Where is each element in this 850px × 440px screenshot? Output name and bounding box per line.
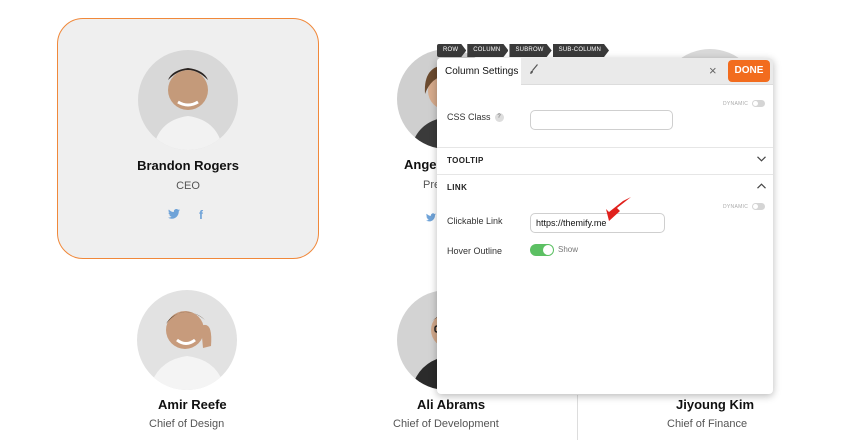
help-icon[interactable]: ? xyxy=(494,113,504,123)
member-name: Ali Abrams xyxy=(417,397,486,412)
member-name: Amir Reefe xyxy=(158,397,227,412)
divider xyxy=(437,147,773,148)
facebook-icon[interactable]: f xyxy=(199,208,203,222)
member-name: Jiyoung Kim xyxy=(676,397,755,412)
clickable-link-input[interactable] xyxy=(530,213,665,233)
avatar xyxy=(138,50,238,150)
done-button[interactable]: DONE xyxy=(728,60,770,82)
divider xyxy=(437,174,773,175)
dynamic-toggle[interactable]: DYNAMIC xyxy=(723,100,766,107)
column-divider xyxy=(577,395,578,440)
hover-outline-show-label: Show xyxy=(558,245,579,254)
breadcrumb-row[interactable]: ROW xyxy=(437,44,466,57)
css-class-input[interactable] xyxy=(530,110,673,130)
breadcrumb-subrow[interactable]: SUBROW xyxy=(509,44,551,57)
member-role: Chief of Development xyxy=(393,418,499,430)
dynamic-switch[interactable] xyxy=(752,100,766,107)
member-role: Chief of Finance xyxy=(667,418,748,430)
column-settings-panel: Column Settings × DONE DYNAMIC CSS Class… xyxy=(437,58,773,394)
twitter-icon[interactable] xyxy=(168,208,180,222)
dynamic-toggle[interactable]: DYNAMIC xyxy=(723,203,766,210)
dynamic-label: DYNAMIC xyxy=(723,203,749,210)
hover-outline-toggle[interactable] xyxy=(530,244,554,256)
css-class-label-text: CSS Class xyxy=(447,112,491,122)
close-icon[interactable]: × xyxy=(709,64,717,78)
member-role: Chief of Design xyxy=(149,418,225,430)
clickable-link-label: Clickable Link xyxy=(447,216,503,226)
page: Brandon Rogers CEO f Angeli Pre Amir Ree… xyxy=(0,0,850,440)
chevron-up-icon[interactable] xyxy=(757,181,766,191)
link-section-title[interactable]: LINK xyxy=(447,183,467,192)
brush-icon[interactable] xyxy=(529,64,539,78)
red-arrow-annotation xyxy=(606,197,631,221)
breadcrumb-sub-column[interactable]: SUB-COLUMN xyxy=(553,44,609,57)
hover-outline-label: Hover Outline xyxy=(447,246,503,256)
chevron-down-icon[interactable] xyxy=(757,154,766,164)
social-links: f xyxy=(168,208,203,222)
tooltip-section-title[interactable]: TOOLTIP xyxy=(447,156,484,165)
member-role: CEO xyxy=(176,180,200,192)
tab-column-settings[interactable]: Column Settings xyxy=(437,58,521,86)
panel-header: Column Settings × DONE xyxy=(437,58,773,86)
twitter-icon[interactable] xyxy=(426,209,436,227)
dynamic-switch[interactable] xyxy=(752,203,766,210)
css-class-label: CSS Class? xyxy=(447,112,504,123)
breadcrumb-column[interactable]: COLUMN xyxy=(467,44,508,57)
member-name: Brandon Rogers xyxy=(137,158,239,173)
breadcrumb: ROW COLUMN SUBROW SUB-COLUMN xyxy=(437,44,610,57)
dynamic-label: DYNAMIC xyxy=(723,100,749,107)
avatar xyxy=(137,290,237,390)
team-card-selected[interactable]: Brandon Rogers CEO f xyxy=(57,18,319,259)
